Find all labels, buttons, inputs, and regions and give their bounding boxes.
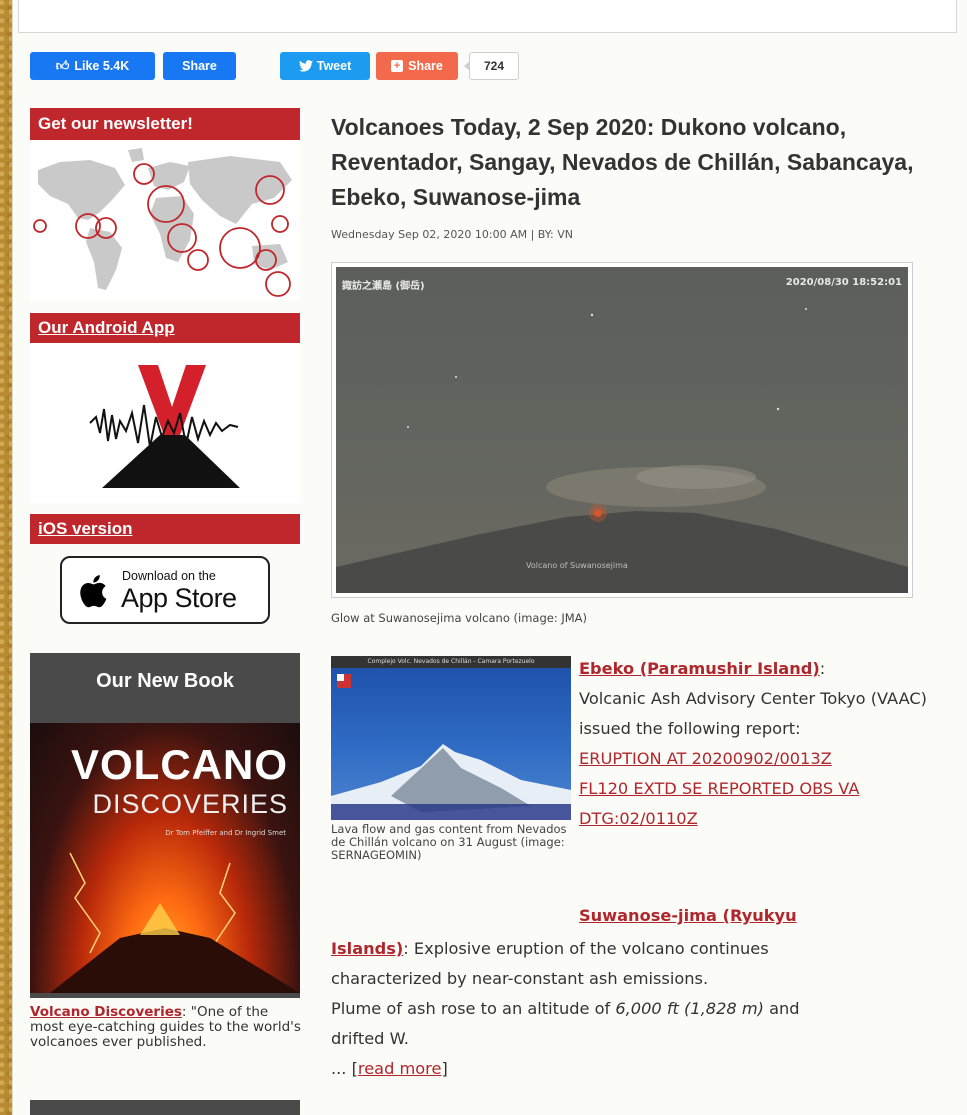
app-store-big-text: App Store	[121, 583, 237, 613]
thumbs-up-icon: 👍︎	[55, 58, 70, 73]
plume-altitude: 6,000 ft (1,828 m)	[615, 999, 764, 1018]
plume-suffix: and	[763, 999, 800, 1018]
share-label: Share	[408, 59, 443, 73]
book-cover-image[interactable]: VOLCANO DISCOVERIES Dr Tom Pfeiffer and …	[30, 723, 300, 993]
apple-icon	[80, 575, 107, 608]
facebook-like-button[interactable]: 👍︎ Like 5.4K	[30, 52, 155, 80]
cam-watermark: Volcano of Suwanosejima	[526, 561, 628, 570]
ios-version-heading[interactable]: iOS version	[30, 514, 300, 544]
suwanosejima-image[interactable]: 諏訪之瀬島 (御岳) 2020/08/30 18:52:01 Volcano o…	[331, 262, 913, 598]
article-title[interactable]: Volcanoes Today, 2 Sep 2020: Dukono volc…	[331, 110, 961, 215]
suwanose-heading-link[interactable]: Suwanose-jima (Ryukyu	[579, 906, 797, 925]
fb-share-label: Share	[182, 59, 217, 73]
share-button[interactable]: + Share	[376, 52, 458, 80]
android-app-link[interactable]: Our Android App	[38, 318, 175, 338]
new-book-box: Our New Book VOLCANO DISCOVERIES Dr Tom …	[30, 653, 300, 998]
article-meta: Wednesday Sep 02, 2020 10:00 AM | BY: VN	[331, 228, 573, 241]
read-more-suffix: ]	[441, 1059, 448, 1078]
ios-version-link[interactable]: iOS version	[38, 519, 132, 539]
plus-icon: +	[391, 60, 404, 72]
volcano-discoveries-link[interactable]: Volcano Discoveries	[30, 1004, 182, 1020]
app-store-button[interactable]: Download on the App Store	[60, 556, 270, 624]
nevados-chillan-image[interactable]: Complejo Volc. Nevados de Chillán - Cama…	[331, 656, 571, 820]
android-app-heading[interactable]: Our Android App	[30, 313, 300, 343]
suwanose-section: Islands): Explosive eruption of the volc…	[331, 934, 961, 1084]
newsletter-heading-label: Get our newsletter!	[38, 114, 193, 133]
ebeko-section: Ebeko (Paramushir Island): Volcanic Ash …	[579, 654, 964, 834]
snow-mountain-scene	[331, 674, 571, 820]
lightning-art	[50, 852, 300, 993]
ebeko-report-line2[interactable]: FL120 EXTD SE REPORTED OBS VA	[579, 779, 859, 798]
read-more-link[interactable]: read more	[358, 1059, 442, 1078]
book-heading: Our New Book	[96, 669, 234, 692]
android-app-logo[interactable]	[30, 343, 300, 503]
twitter-bird-icon	[298, 60, 313, 72]
read-more-prefix: ... [	[331, 1059, 358, 1078]
suwanose-heading-link-2[interactable]: Islands)	[331, 939, 403, 958]
plume-prefix: Plume of ash rose to an altitude of	[331, 999, 616, 1018]
book-description: Volcano Discoveries: "One of the most ey…	[30, 1005, 305, 1050]
facebook-share-button[interactable]: Share	[163, 52, 236, 80]
suwanose-text-1: : Explosive eruption of the volcano cont…	[403, 939, 769, 958]
app-store-small-text: Download on the	[122, 569, 216, 583]
main-image-caption: Glow at Suwanosejima volcano (image: JMA…	[331, 611, 588, 625]
small-image-caption: Lava flow and gas content from Nevados d…	[331, 822, 567, 862]
top-box	[18, 0, 957, 33]
ebeko-report-line1[interactable]: ERUPTION AT 20200902/0013Z	[579, 749, 832, 768]
ebeko-text: Volcanic Ash Advisory Center Tokyo (VAAC…	[579, 689, 927, 738]
tweet-label: Tweet	[316, 59, 352, 73]
newsletter-heading[interactable]: Get our newsletter!	[30, 108, 300, 140]
plume-line-2: drifted W.	[331, 1029, 409, 1048]
volcano-night-scene	[336, 308, 908, 593]
like-label: Like 5.4K	[74, 59, 130, 73]
world-map-image[interactable]	[30, 140, 300, 300]
sidebar-next-box	[30, 1100, 300, 1115]
suwanose-text-2: characterized by near-constant ash emiss…	[331, 969, 709, 988]
ebeko-report-line3[interactable]: DTG:02/0110Z	[579, 809, 698, 828]
ebeko-heading-link[interactable]: Ebeko (Paramushir Island)	[579, 659, 820, 678]
share-count: 724	[464, 52, 519, 80]
tweet-button[interactable]: Tweet	[280, 52, 370, 80]
suwanose-heading-line1-wrap: Suwanose-jima (Ryukyu	[579, 901, 964, 931]
